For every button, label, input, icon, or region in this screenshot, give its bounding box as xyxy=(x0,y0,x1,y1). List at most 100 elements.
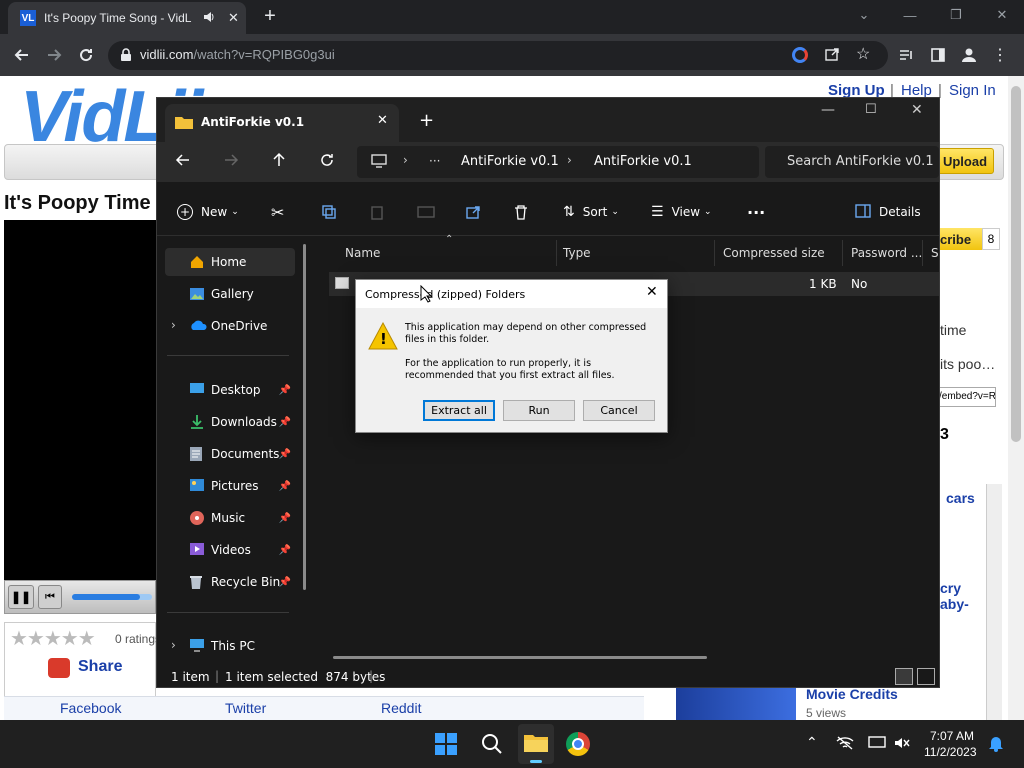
back-icon[interactable] xyxy=(12,45,32,65)
rename-icon[interactable] xyxy=(417,188,435,236)
paste-icon[interactable] xyxy=(369,188,385,236)
pin-icon[interactable]: 📌 xyxy=(279,577,291,588)
display-icon[interactable] xyxy=(868,736,886,753)
nav-item-videos[interactable]: Videos 📌 xyxy=(165,536,295,564)
share-page-icon[interactable] xyxy=(824,46,840,65)
close-window-icon[interactable]: ✕ xyxy=(990,4,1014,26)
breadcrumb-item-1[interactable]: AntiForkie v0.1 xyxy=(461,154,559,169)
related-video-cry[interactable]: cry xyxy=(940,580,961,596)
clock-date[interactable]: 11/2/2023 xyxy=(924,745,977,759)
explorer-minimize-icon[interactable]: — xyxy=(821,102,835,118)
dialog-close-icon[interactable]: ✕ xyxy=(646,284,658,300)
extract-all-button[interactable]: Extract all xyxy=(423,400,495,421)
breadcrumb-item-2[interactable]: AntiForkie v0.1 xyxy=(594,154,692,169)
address-bar[interactable]: vidlii.com/watch?v=RQPIBG0g3ui ☆ xyxy=(108,41,888,70)
pin-icon[interactable]: 📌 xyxy=(279,481,291,492)
nav-item-onedrive[interactable]: › OneDrive xyxy=(165,312,295,340)
reload-icon[interactable] xyxy=(76,45,96,65)
pin-icon[interactable]: 📌 xyxy=(279,449,291,460)
upload-button[interactable]: Upload xyxy=(936,148,994,174)
embed-input[interactable]: /embed?v=R xyxy=(936,387,996,407)
nav-item-pictures[interactable]: Pictures 📌 xyxy=(165,472,295,500)
nav-scrollbar[interactable] xyxy=(303,244,306,590)
explorer-back-icon[interactable] xyxy=(175,152,191,171)
reddit-link[interactable]: Reddit xyxy=(381,700,421,716)
delete-icon[interactable] xyxy=(513,188,529,236)
video-player[interactable] xyxy=(4,220,156,580)
taskbar-chrome-icon[interactable] xyxy=(566,732,590,756)
column-header-size[interactable]: Si xyxy=(923,240,939,266)
nav-item-downloads[interactable]: Downloads 📌 xyxy=(165,408,295,436)
explorer-close-icon[interactable]: ✕ xyxy=(911,102,923,118)
tray-chevron-up-icon[interactable]: ⌃ xyxy=(806,734,818,751)
explorer-refresh-icon[interactable] xyxy=(319,152,335,171)
notification-bell-icon[interactable] xyxy=(988,734,1004,755)
pin-icon[interactable]: 📌 xyxy=(279,545,291,556)
cancel-button[interactable]: Cancel xyxy=(583,400,655,421)
explorer-up-icon[interactable] xyxy=(271,152,287,171)
explorer-tab[interactable]: AntiForkie v0.1 ✕ xyxy=(165,104,399,142)
network-offline-icon[interactable] xyxy=(836,736,854,753)
sidepanel-icon[interactable] xyxy=(928,45,948,65)
nav-item-music[interactable]: Music 📌 xyxy=(165,504,295,532)
column-header-compressed-size[interactable]: Compressed size xyxy=(715,240,843,266)
nav-item-desktop[interactable]: Desktop 📌 xyxy=(165,376,295,404)
nav-item-this-pc[interactable]: › This PC xyxy=(165,632,295,660)
expand-chevron-icon[interactable]: › xyxy=(171,638,176,652)
pin-icon[interactable]: 📌 xyxy=(279,417,291,428)
details-button[interactable]: Details xyxy=(855,188,921,236)
windows-start-icon[interactable] xyxy=(434,732,458,759)
profile-icon[interactable] xyxy=(958,45,980,65)
subscribe-button[interactable]: cribe xyxy=(940,228,982,250)
chrome-menu-icon[interactable]: ⋮ xyxy=(990,45,1010,65)
google-icon[interactable] xyxy=(792,47,808,63)
minimize-icon[interactable]: — xyxy=(898,4,922,26)
lock-icon[interactable] xyxy=(120,48,132,65)
related-video-movie-credits[interactable]: Movie Credits xyxy=(806,686,898,702)
pin-icon[interactable]: 📌 xyxy=(279,513,291,524)
nav-item-home[interactable]: Home xyxy=(165,248,295,276)
expand-chevron-icon[interactable]: › xyxy=(171,318,176,332)
related-thumbnail[interactable] xyxy=(676,684,796,720)
speaker-icon[interactable] xyxy=(202,10,216,27)
pin-icon[interactable]: 📌 xyxy=(279,385,291,396)
pause-button[interactable]: ❚❚ xyxy=(8,585,34,609)
explorer-maximize-icon[interactable]: ☐ xyxy=(865,102,877,117)
column-header-type[interactable]: Type xyxy=(555,240,715,266)
nav-item-gallery[interactable]: Gallery xyxy=(165,280,295,308)
more-options-button[interactable]: ··· xyxy=(747,188,765,236)
bookmark-star-icon[interactable]: ☆ xyxy=(856,44,870,64)
media-control-icon[interactable] xyxy=(896,45,916,65)
restore-icon[interactable]: ❐ xyxy=(944,4,968,26)
share-icon[interactable] xyxy=(465,188,481,236)
explorer-breadcrumb[interactable]: › ··· AntiForkie v0.1 › AntiForkie v0.1 xyxy=(357,146,759,178)
facebook-link[interactable]: Facebook xyxy=(60,700,121,716)
new-tab-button[interactable]: + xyxy=(258,4,282,28)
page-scrollbar[interactable] xyxy=(1008,76,1024,720)
explorer-search-box[interactable]: Search AntiForkie v0.1 xyxy=(765,146,939,178)
sign-in-link[interactable]: Sign In xyxy=(949,82,996,99)
related-scrollbar[interactable] xyxy=(986,484,1002,720)
tab-close-icon[interactable]: ✕ xyxy=(228,10,239,26)
run-button[interactable]: Run xyxy=(503,400,575,421)
related-video-baby[interactable]: aby- xyxy=(940,596,969,612)
cut-icon[interactable]: ✂ xyxy=(271,188,284,236)
clock-time[interactable]: 7:07 AM xyxy=(930,729,974,743)
taskbar-search-icon[interactable] xyxy=(480,732,504,759)
rewind-button[interactable]: ⏮ xyxy=(38,585,62,609)
page-scrollbar-thumb[interactable] xyxy=(1011,86,1021,442)
url-text[interactable]: vidlii.com/watch?v=RQPIBG0g3ui xyxy=(140,47,335,62)
volume-muted-icon[interactable] xyxy=(894,736,910,753)
explorer-forward-icon[interactable] xyxy=(223,152,239,171)
nav-item-recycle-bin[interactable]: Recycle Bin 📌 xyxy=(165,568,295,596)
related-video-cars[interactable]: cars xyxy=(946,490,975,506)
explorer-tab-close-icon[interactable]: ✕ xyxy=(377,113,388,128)
new-button[interactable]: + New ⌄ xyxy=(177,188,239,236)
progress-track[interactable] xyxy=(72,594,152,600)
tab-search-icon[interactable]: ⌄ xyxy=(852,4,876,26)
share-link[interactable]: Share xyxy=(78,658,122,676)
horizontal-scrollbar[interactable] xyxy=(333,656,707,659)
details-view-icon[interactable] xyxy=(895,668,913,685)
explorer-new-tab-icon[interactable]: + xyxy=(419,110,434,131)
taskbar-file-explorer-icon[interactable] xyxy=(518,724,554,764)
